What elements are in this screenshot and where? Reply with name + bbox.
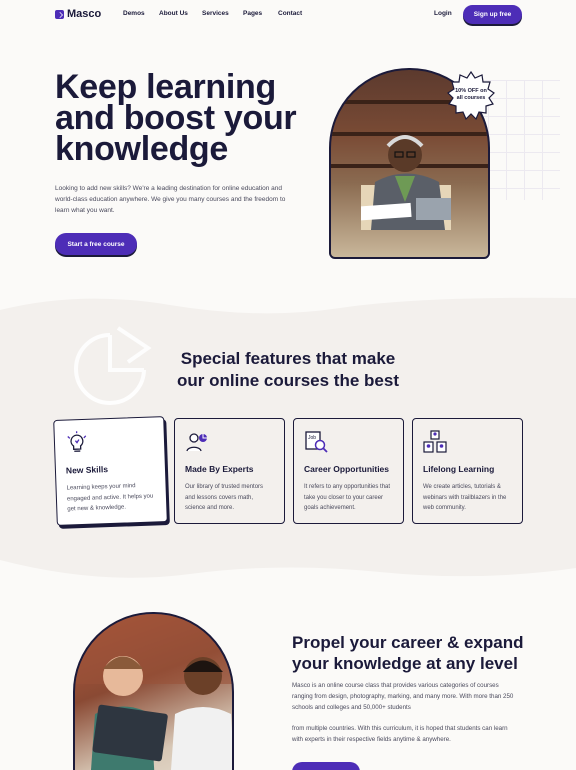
feature-card-career-opportunities[interactable]: Job Career Opportunities It refers to an… [293, 418, 404, 524]
feature-card-lifelong-learning[interactable]: Lifelong Learning We create articles, tu… [412, 418, 523, 524]
student-illustration [361, 135, 451, 230]
login-link[interactable]: Login [434, 10, 452, 17]
menu-item-demos[interactable]: Demos [123, 10, 145, 17]
badge-line-1: 10% OFF on [455, 88, 487, 94]
about-paragraph-1: Masco is an online course class that pro… [292, 682, 514, 711]
feature-title: New Skills [65, 464, 109, 476]
expert-icon [186, 433, 207, 452]
hero-title: Keep learning and boost your knowledge [55, 68, 297, 168]
discount-badge-text: 10% OFF on all courses [446, 88, 496, 102]
menu-item-contact[interactable]: Contact [278, 10, 302, 17]
badge-line-2: all courses [456, 95, 486, 101]
features-title-line-2: our online courses the best [177, 371, 399, 390]
feature-title: Made By Experts [185, 464, 254, 474]
menu-item-services[interactable]: Services [202, 10, 229, 17]
menu-item-pages[interactable]: Pages [243, 10, 262, 17]
students-illustration [75, 614, 232, 770]
logo-icon [55, 9, 64, 19]
site-header: Masco Demos About Us Services Pages Cont… [0, 0, 576, 30]
feature-card-made-by-experts[interactable]: Made By Experts Our library of trusted m… [174, 418, 285, 524]
about-paragraph-2: from multiple countries. With this curri… [292, 725, 508, 743]
features-title: Special features that make our online co… [150, 348, 426, 392]
about-title: Propel your career & expand your knowled… [292, 633, 524, 673]
feature-text: Learning keeps your mind engaged and act… [66, 483, 154, 513]
hero-description: Looking to add new skills? We're a leadi… [55, 185, 286, 214]
job-search-icon: Job [305, 431, 328, 453]
feature-text: We create articles, tutorials & webinars… [423, 484, 507, 511]
menu-item-about-us[interactable]: About Us [159, 10, 188, 17]
feature-title: Lifelong Learning [423, 464, 495, 474]
feature-text: Our library of trusted mentors and lesso… [185, 484, 264, 511]
about-cta-button[interactable] [292, 762, 360, 770]
start-free-course-button[interactable]: Start a free course [55, 233, 137, 255]
feature-text: It refers to any opportunities that take… [304, 484, 391, 511]
feature-title: Career Opportunities [304, 464, 390, 474]
features-title-line-1: Special features that make [180, 349, 396, 368]
svg-text:Job: Job [308, 435, 316, 441]
brand-logo[interactable]: Masco [55, 8, 101, 20]
feature-card-new-skills[interactable]: New Skills Learning keeps your mind enga… [53, 416, 168, 526]
lightbulb-icon [67, 431, 87, 452]
team-icon [423, 430, 447, 453]
brand-name: Masco [67, 8, 102, 20]
signup-button[interactable]: Sign up free [463, 5, 522, 24]
students-tablet-image [73, 612, 234, 770]
